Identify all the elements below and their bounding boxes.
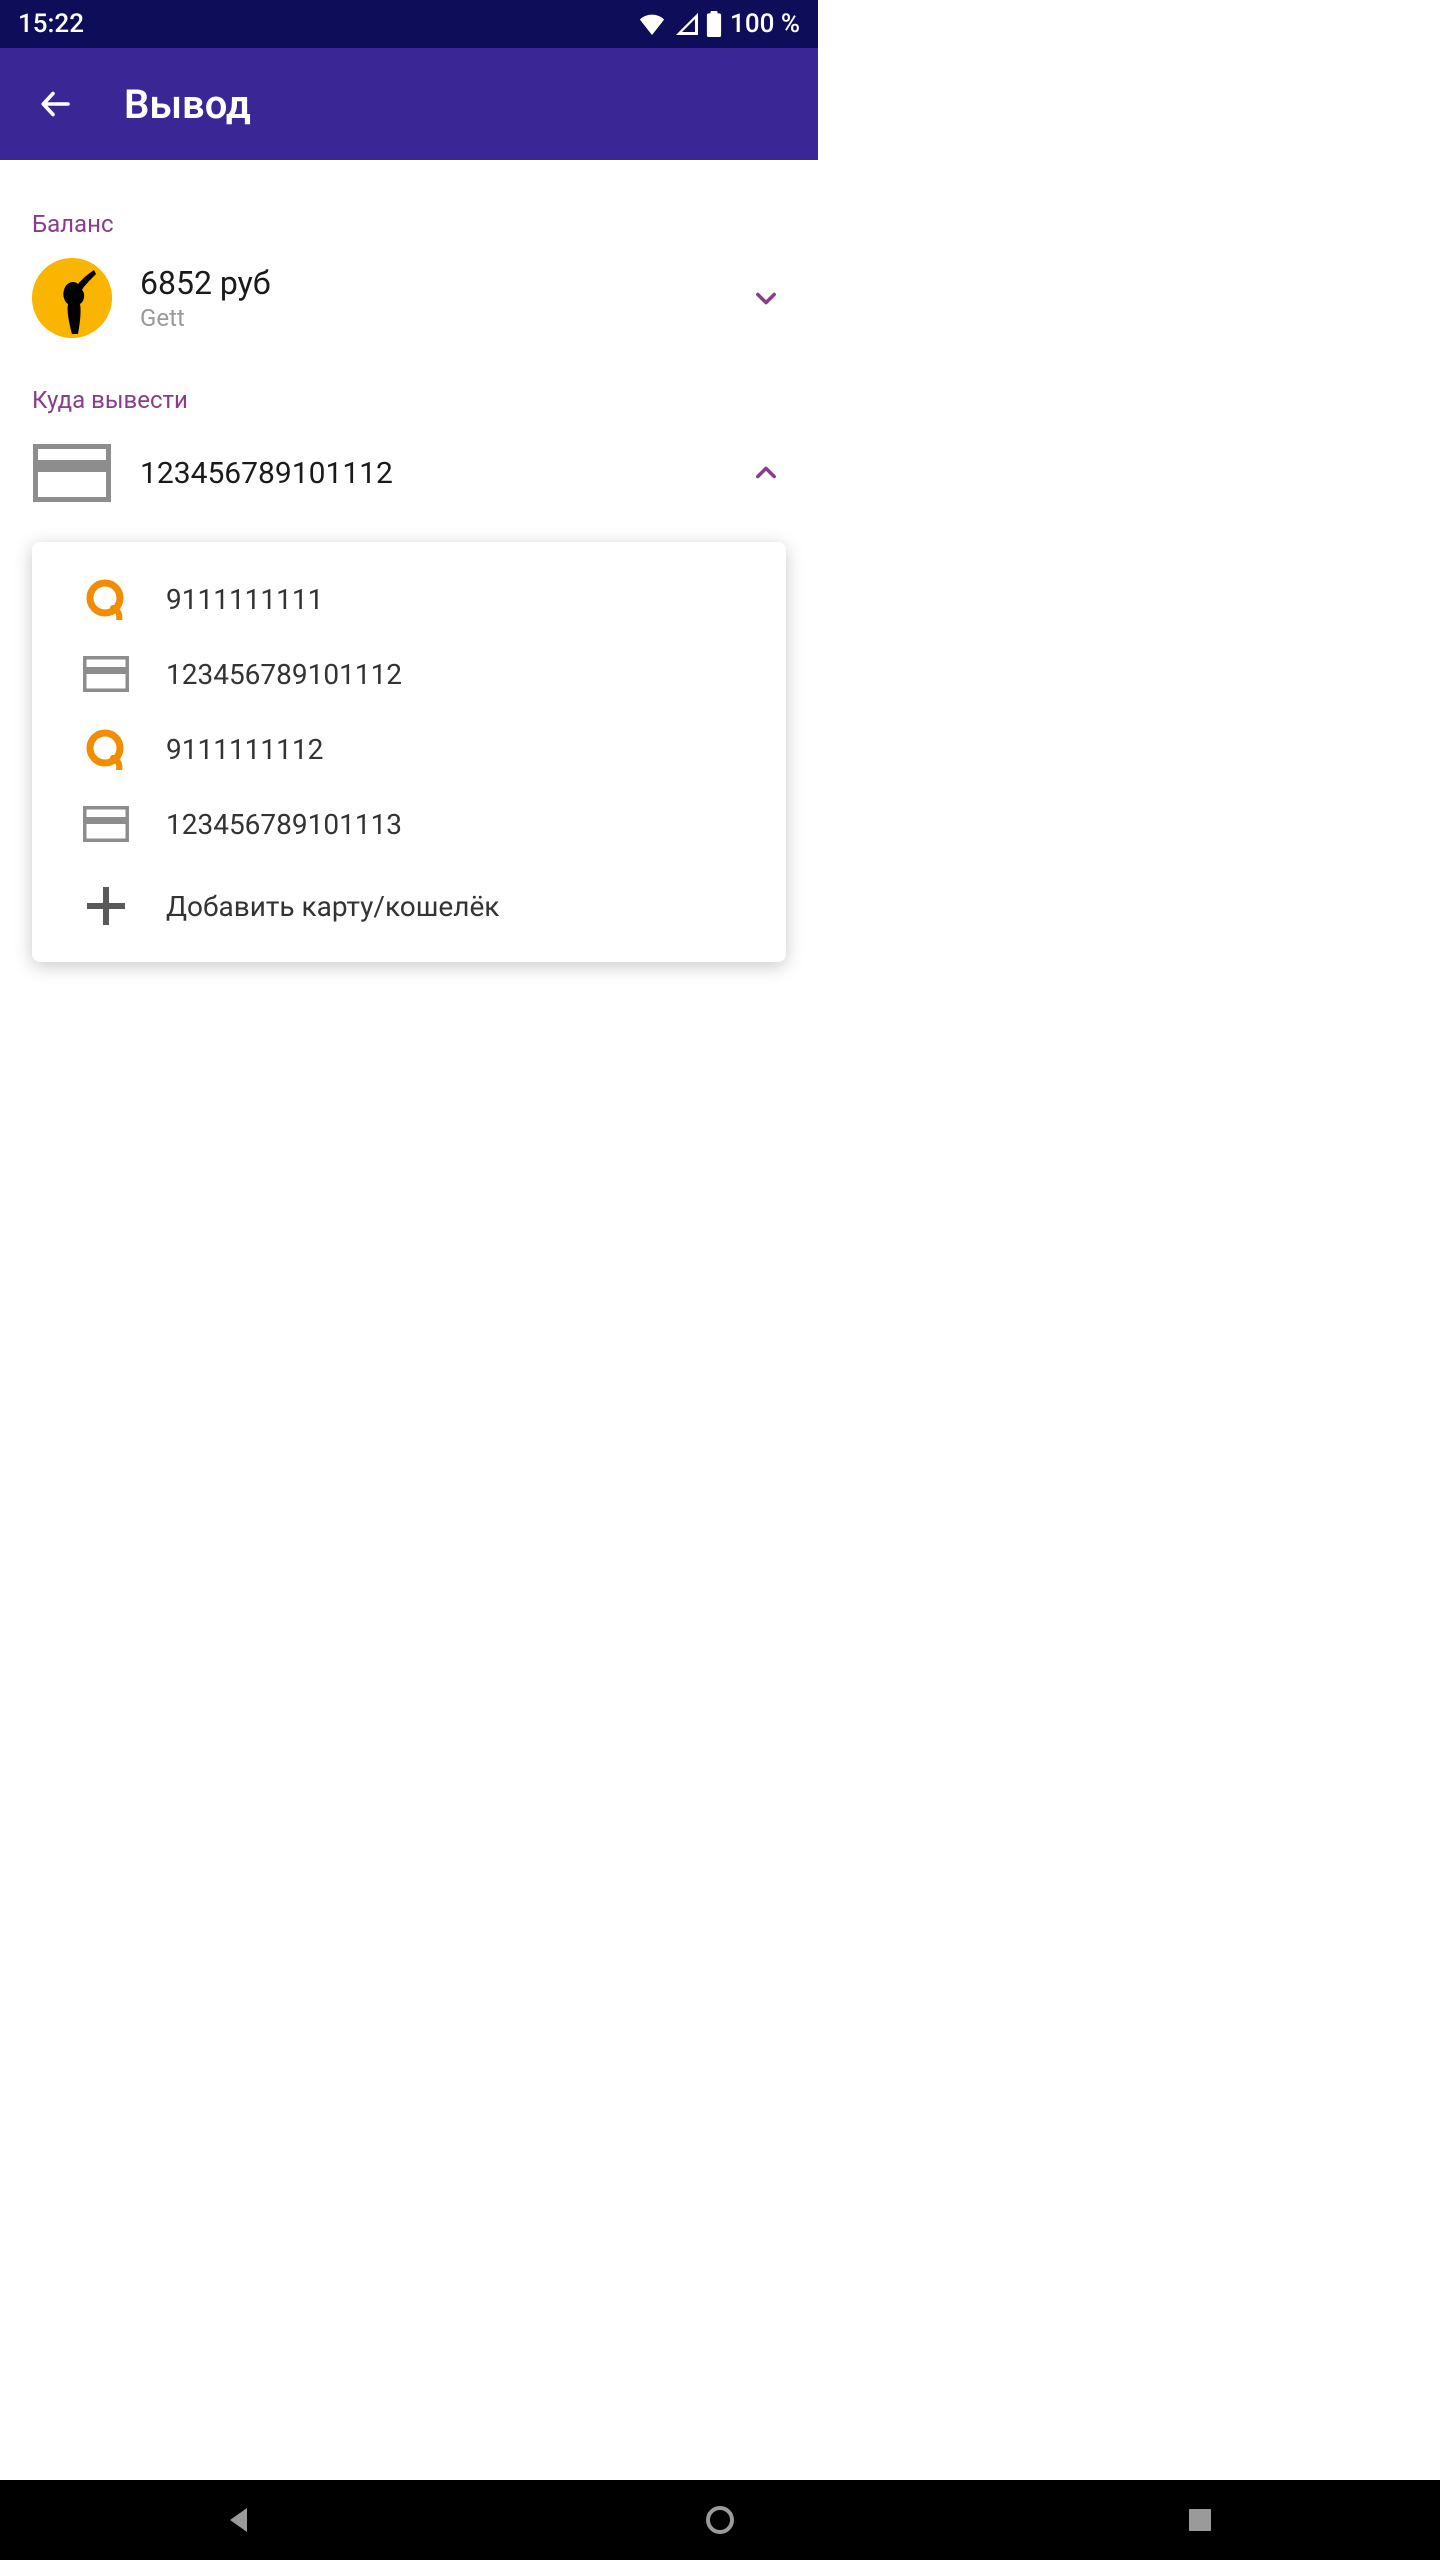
dropdown-add-item[interactable]: Добавить карту/кошелёк xyxy=(32,860,786,944)
qiwi-icon xyxy=(74,728,138,770)
arrow-left-icon xyxy=(38,86,74,122)
dropdown-item-card[interactable]: 123456789101112 xyxy=(32,638,786,710)
destination-selector[interactable]: 123456789101112 xyxy=(32,432,786,514)
dropdown-item-label: 123456789101112 xyxy=(166,658,758,691)
dropdown-item-label: 9111111111 xyxy=(166,583,758,616)
dropdown-add-label: Добавить карту/кошелёк xyxy=(166,890,758,923)
destination-collapse[interactable] xyxy=(746,459,786,487)
status-time: 15:22 xyxy=(18,9,84,39)
card-icon xyxy=(32,444,112,502)
nav-back-button[interactable] xyxy=(218,2498,262,2542)
balance-expand[interactable] xyxy=(746,284,786,312)
cell-signal-icon xyxy=(674,13,698,35)
card-icon xyxy=(74,806,138,842)
plus-icon xyxy=(74,886,138,926)
dropdown-item-label: 9111111112 xyxy=(166,733,758,766)
dropdown-item-qiwi[interactable]: 9111111112 xyxy=(32,710,786,788)
status-right: 100 % xyxy=(638,9,800,39)
chevron-down-icon xyxy=(752,284,780,312)
system-nav-bar xyxy=(0,2480,1440,2560)
wifi-icon xyxy=(638,13,666,35)
balance-amount: 6852 руб xyxy=(140,264,746,302)
battery-icon xyxy=(706,11,722,37)
destination-value: 123456789101112 xyxy=(140,456,746,491)
balance-label: Баланс xyxy=(32,210,786,238)
dropdown-item-label: 123456789101113 xyxy=(166,808,758,841)
provider-avatar xyxy=(32,258,112,338)
balance-text: 6852 руб Gett xyxy=(140,264,746,332)
circle-home-icon xyxy=(704,2504,736,2536)
page-title: Вывод xyxy=(124,81,251,128)
nav-recents-button[interactable] xyxy=(1178,2498,1222,2542)
dropdown-item-qiwi[interactable]: 9111111111 xyxy=(32,560,786,638)
triangle-back-icon xyxy=(225,2505,255,2535)
chevron-up-icon xyxy=(752,459,780,487)
nav-home-button[interactable] xyxy=(698,2498,742,2542)
status-bar: 15:22 100 % xyxy=(0,0,818,48)
status-battery-text: 100 % xyxy=(730,9,800,39)
dropdown-item-card[interactable]: 123456789101113 xyxy=(32,788,786,860)
card-icon xyxy=(74,656,138,692)
person-silhouette-icon xyxy=(32,258,112,338)
balance-source: Gett xyxy=(140,304,746,332)
app-bar: Вывод xyxy=(0,48,818,160)
qiwi-icon xyxy=(74,578,138,620)
content: Баланс 6852 руб Gett Куда вывести 123456… xyxy=(0,160,818,962)
destination-label: Куда вывести xyxy=(32,386,786,414)
back-button[interactable] xyxy=(36,84,76,124)
credit-card-icon xyxy=(33,444,111,502)
square-recents-icon xyxy=(1187,2507,1213,2533)
balance-selector[interactable]: 6852 руб Gett xyxy=(32,258,786,366)
destination-dropdown: 9111111111 123456789101112 9111111112 12… xyxy=(32,542,786,962)
